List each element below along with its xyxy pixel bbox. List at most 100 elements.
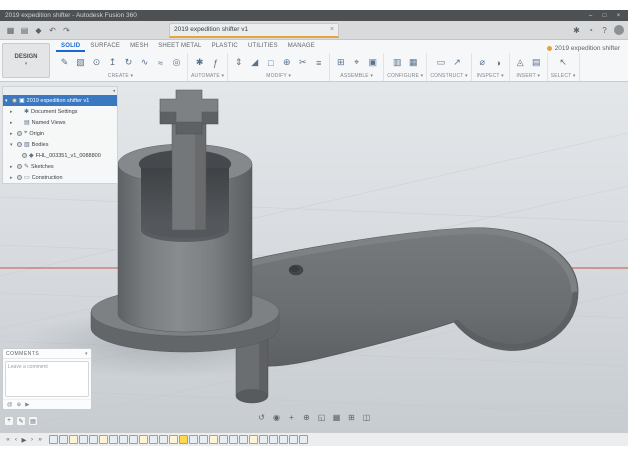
feature-icon[interactable] (149, 435, 158, 444)
sketch-icon[interactable] (169, 435, 178, 444)
visibility-eye-icon[interactable] (12, 98, 17, 103)
markup-icon[interactable]: ✎ (16, 416, 26, 426)
attach-icon[interactable]: ⊕ (17, 402, 22, 408)
add-comment-icon[interactable]: + (4, 416, 14, 426)
feature-icon[interactable] (129, 435, 138, 444)
feature-icon[interactable] (259, 435, 268, 444)
feature-icon[interactable] (109, 435, 118, 444)
save-icon[interactable]: ◆ (32, 24, 45, 37)
user-avatar[interactable] (614, 25, 624, 35)
feature-icon[interactable] (279, 435, 288, 444)
feature-icon[interactable] (229, 435, 238, 444)
joint-icon[interactable]: ⌖ (349, 55, 364, 70)
timeline-go-to-start-icon[interactable]: « (4, 436, 12, 443)
maximize-button[interactable]: □ (600, 13, 609, 19)
minimize-button[interactable]: – (586, 13, 595, 19)
configuration-table-icon[interactable]: ▦ (406, 55, 421, 70)
feature-icon[interactable] (219, 435, 228, 444)
feature-icon[interactable] (289, 435, 298, 444)
zoom-icon[interactable]: ⊕ (302, 413, 312, 422)
feature-icon[interactable] (189, 435, 198, 444)
close-button[interactable]: × (614, 13, 623, 19)
look-at-icon[interactable]: ◉ (272, 413, 282, 422)
select-tool-icon[interactable]: ↖ (556, 55, 571, 70)
model-lever-arm[interactable] (250, 228, 578, 366)
feature-icon[interactable] (49, 435, 58, 444)
sketch-icon[interactable] (139, 435, 148, 444)
send-comment-icon[interactable]: ▶ (25, 402, 29, 408)
toolbar-group-inspect-label[interactable]: INSPECT ▾ (477, 72, 504, 81)
comments-collapse-icon[interactable]: ▾ (85, 351, 88, 357)
toolbar-group-assemble-label[interactable]: ASSEMBLE ▾ (340, 72, 373, 81)
toolbar-group-insert-label[interactable]: INSERT ▾ (516, 72, 540, 81)
feature-icon[interactable] (269, 435, 278, 444)
toolbar-group-create-label[interactable]: CREATE ▾ (108, 72, 133, 81)
comment-list-icon[interactable]: ▤ (28, 416, 38, 426)
expand-arrow-icon[interactable]: ▸ (10, 164, 15, 170)
press-pull-icon[interactable]: ⇕ (231, 55, 246, 70)
browser-item-named-views[interactable]: ▸▤Named Views (3, 117, 117, 128)
workspace-selector[interactable]: DESIGN ▾ (2, 43, 50, 78)
toolbar-group-construct-label[interactable]: CONSTRUCT ▾ (430, 72, 467, 81)
toolbar-group-modify-label[interactable]: MODIFY ▾ (266, 72, 291, 81)
section-analysis-icon[interactable]: ◑ (491, 55, 506, 70)
feature-icon[interactable] (199, 435, 208, 444)
construction-plane-icon[interactable]: ▭ (434, 55, 449, 70)
ribbon-tab-manage[interactable]: MANAGE (283, 43, 320, 52)
combine-icon[interactable]: ⊕ (279, 55, 294, 70)
automate-icon[interactable]: ✱ (192, 55, 207, 70)
orbit-icon[interactable]: ↺ (257, 413, 267, 422)
browser-collapse-icon[interactable]: ◂ (112, 88, 115, 94)
shell-icon[interactable]: □ (263, 55, 278, 70)
offset-face-icon[interactable]: ≡ (311, 55, 326, 70)
app-launcher-icon[interactable]: ▦ (4, 24, 17, 37)
create-cylinder-icon[interactable]: ⊙ (89, 55, 104, 70)
mention-icon[interactable]: @ (7, 402, 13, 408)
expand-arrow-icon[interactable]: ▸ (10, 120, 15, 126)
browser-item-bodies[interactable]: ▾▧Bodies (3, 139, 117, 150)
feature-icon[interactable] (89, 435, 98, 444)
expand-arrow-icon[interactable]: ▾ (10, 142, 15, 148)
hole-icon[interactable]: ◎ (169, 55, 184, 70)
notifications-icon[interactable]: ◔ (584, 24, 597, 37)
help-icon[interactable]: ? (598, 24, 611, 37)
visibility-eye-icon[interactable] (22, 153, 27, 158)
expand-arrow-icon[interactable]: ▾ (5, 98, 10, 104)
viewports-icon[interactable]: ◫ (362, 413, 372, 422)
create-sketch-icon[interactable]: ✎ (57, 55, 72, 70)
loft-icon[interactable]: ≈ (153, 55, 168, 70)
browser-item-origin[interactable]: ▸⌖Origin (3, 128, 117, 139)
file-menu-icon[interactable]: ▤ (18, 24, 31, 37)
visibility-eye-icon[interactable] (17, 175, 22, 180)
feature-icon[interactable] (299, 435, 308, 444)
browser-item-construction[interactable]: ▸▭Construction (3, 172, 117, 183)
grid-settings-icon[interactable]: ⊞ (347, 413, 357, 422)
timeline-step-forward-icon[interactable]: › (28, 436, 36, 443)
construction-axis-icon[interactable]: ↗ (450, 55, 465, 70)
revolve-icon[interactable]: ↻ (121, 55, 136, 70)
extensions-icon[interactable]: ✱ (570, 24, 583, 37)
create-box-icon[interactable]: ▧ (73, 55, 88, 70)
fillet-icon[interactable]: ◢ (247, 55, 262, 70)
ribbon-tab-surface[interactable]: SURFACE (85, 43, 125, 52)
ribbon-tab-solid[interactable]: SOLID (56, 43, 85, 52)
feature-icon[interactable] (79, 435, 88, 444)
toolbar-group-automate-label[interactable]: AUTOMATE ▾ (191, 72, 224, 81)
toolbar-group-configure-label[interactable]: CONFIGURE ▾ (387, 72, 423, 81)
expand-arrow-icon[interactable]: ▸ (10, 131, 15, 137)
visibility-eye-icon[interactable] (17, 131, 22, 136)
feature-icon[interactable] (239, 435, 248, 444)
ribbon-tab-utilities[interactable]: UTILITIES (243, 43, 283, 52)
scripts-addins-icon[interactable]: ƒ (208, 55, 223, 70)
sketch-icon[interactable] (69, 435, 78, 444)
extrude-icon[interactable]: ↥ (105, 55, 120, 70)
ribbon-tab-sheet-metal[interactable]: SHEET METAL (153, 43, 206, 52)
visibility-eye-icon[interactable] (17, 164, 22, 169)
feature-icon[interactable] (59, 435, 68, 444)
sketch-icon[interactable] (249, 435, 258, 444)
measure-icon[interactable]: ⌀ (475, 55, 490, 70)
ribbon-tab-plastic[interactable]: PLASTIC (207, 43, 243, 52)
configure-icon[interactable]: ▥ (390, 55, 405, 70)
browser-item-body[interactable]: ◆FHL_003351_v1_0088800 (3, 150, 117, 161)
browser-item-document-settings[interactable]: ▸✱Document Settings (3, 106, 117, 117)
